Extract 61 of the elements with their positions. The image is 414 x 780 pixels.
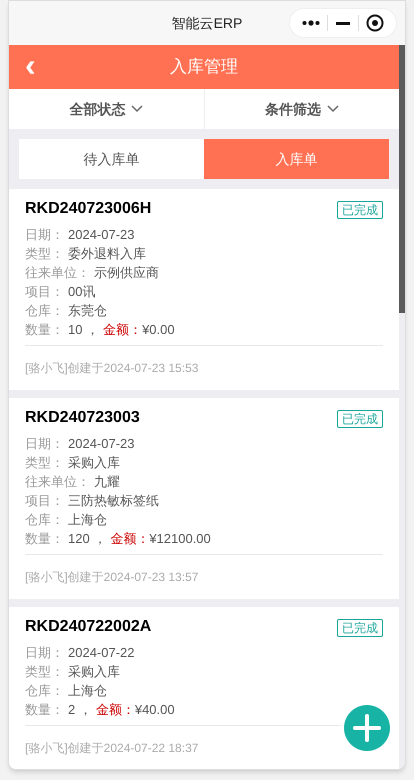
field-label: 日期： [25, 644, 64, 662]
field-value: 上海仓 [68, 511, 107, 529]
amount-label: 金额： [96, 701, 135, 719]
plus-icon [353, 714, 381, 742]
order-card[interactable]: RKD240722002A 已完成 日期： 2024-07-22 类型： 采购入库 仓库： 上海仓 数量： 2 ， 金额：¥40.00 [骆小飞]创建于2024-07-22 18:37 [9, 607, 399, 769]
field-value: 采购入库 [68, 663, 120, 681]
page-title: 入库管理 [170, 56, 238, 78]
scrollbar[interactable] [399, 45, 405, 313]
field-value: 2024-07-23 [68, 226, 134, 244]
field-value: 2024-07-22 [68, 644, 134, 662]
quantity-value: 10 ， [68, 321, 100, 339]
field-value: 九耀 [94, 473, 120, 491]
quantity-value: 120 ， [68, 530, 106, 548]
field-label: 仓库： [25, 511, 64, 529]
field-value: 00讯 [68, 283, 96, 301]
status-badge: 已完成 [337, 410, 383, 428]
field-label: 仓库： [25, 302, 64, 320]
field-value: 上海仓 [68, 682, 107, 700]
created-info: [骆小飞]创建于2024-07-23 15:53 [25, 361, 198, 375]
minimize-icon[interactable] [336, 22, 350, 24]
field-label: 数量： [25, 701, 64, 719]
field-value: 三防热敏标签纸 [68, 492, 159, 510]
field-value: 示例供应商 [94, 264, 159, 282]
field-label: 项目： [25, 283, 64, 301]
tab[interactable]: 待入库单 [19, 139, 204, 179]
field-label: 往来单位： [25, 473, 90, 491]
amount-label: 金额： [110, 530, 150, 548]
field-value: 东莞仓 [68, 302, 107, 320]
chevron-down-icon [131, 105, 144, 113]
field-label: 数量： [25, 530, 64, 548]
more-icon[interactable] [302, 20, 320, 26]
status-badge: 已完成 [337, 619, 383, 637]
order-number: RKD240723006H [25, 199, 152, 219]
amount-value: ¥40.00 [134, 701, 175, 719]
amount-value: ¥0.00 [142, 321, 175, 339]
field-value: 采购入库 [68, 454, 120, 472]
order-number: RKD240722002A [25, 617, 152, 637]
field-label: 日期： [25, 435, 64, 453]
field-value: 委外退料入库 [68, 245, 146, 263]
order-card[interactable]: RKD240723003 已完成 日期： 2024-07-23 类型： 采购入库 往来单位： 九耀 项目： 三防热敏标签纸 仓库： 上海仓 数量： 120 ， 金额：¥12100.00 [骆小飞]创建于2024-07-23 13:57 [9, 398, 399, 599]
created-info: [骆小飞]创建于2024-07-22 18:37 [25, 741, 198, 755]
status-badge: 已完成 [337, 201, 383, 219]
field-label: 数量： [25, 321, 64, 339]
field-label: 日期： [25, 226, 64, 244]
field-label: 项目： [25, 492, 64, 510]
amount-label: 金额： [103, 321, 142, 339]
field-label: 类型： [25, 663, 64, 681]
created-info: [骆小飞]创建于2024-07-23 13:57 [25, 570, 198, 584]
filter-dropdown[interactable]: 全部状态 [9, 89, 204, 129]
add-button[interactable] [344, 705, 390, 751]
order-number: RKD240723003 [25, 408, 140, 428]
order-card[interactable]: RKD240723006H 已完成 日期： 2024-07-23 类型： 委外退料入库 往来单位： 示例供应商 项目： 00讯 仓库： 东莞仓 数量： 10 ， 金额：¥0.00 [骆小飞]创建于2024-07-23 15:53 [9, 189, 399, 390]
field-value: 2024-07-23 [68, 435, 134, 453]
field-label: 类型： [25, 245, 64, 263]
field-label: 往来单位： [25, 264, 90, 282]
field-label: 类型： [25, 454, 64, 472]
chevron-down-icon [326, 105, 339, 113]
field-label: 仓库： [25, 682, 64, 700]
window-title: 智能云ERP [172, 14, 242, 32]
amount-value: ¥12100.00 [149, 530, 211, 548]
quantity-value: 2 ， [68, 701, 92, 719]
